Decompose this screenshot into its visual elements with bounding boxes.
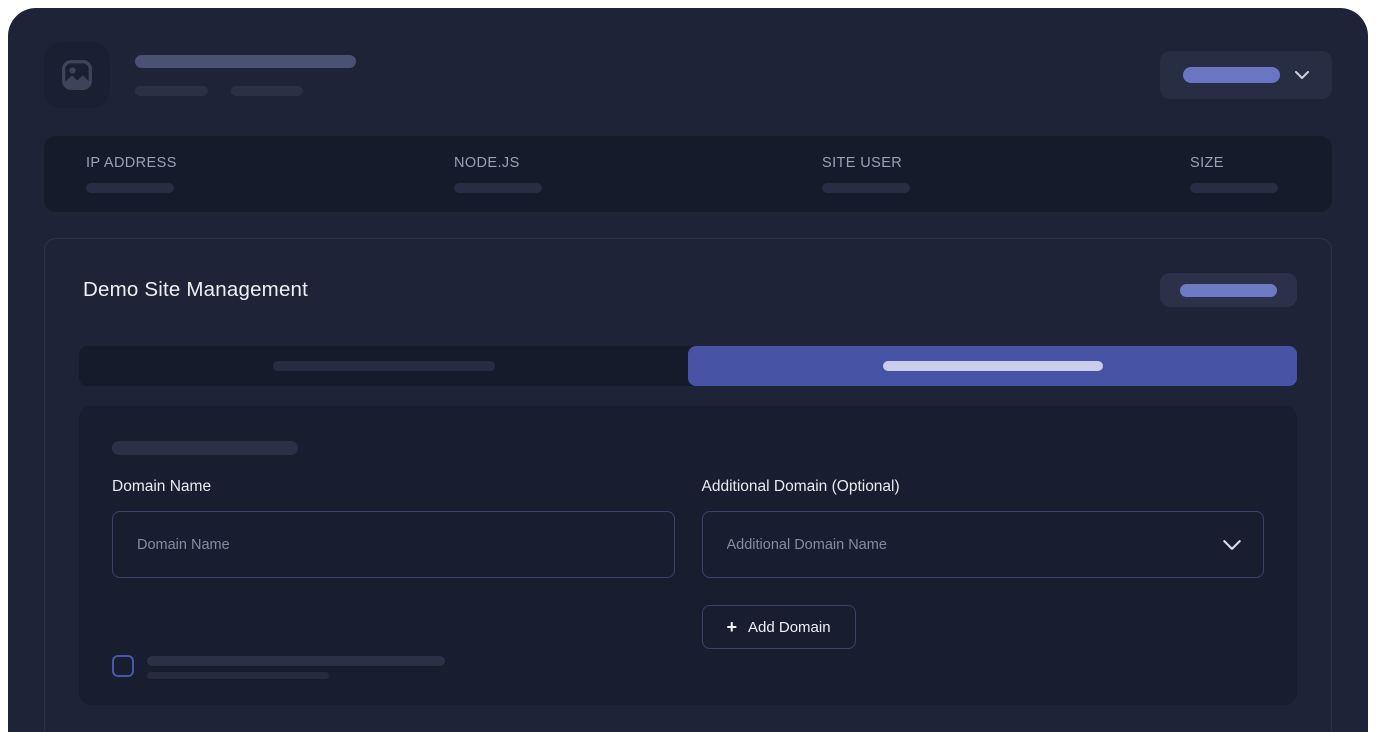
tab-active[interactable] bbox=[688, 346, 1297, 386]
additional-domain-label: Additional Domain (Optional) bbox=[702, 478, 1265, 496]
stat-value-skeleton bbox=[454, 183, 542, 193]
site-meta-skeleton-2 bbox=[231, 86, 303, 96]
domain-name-input[interactable] bbox=[113, 512, 674, 577]
stats-bar: IP ADDRESS NODE.JS SITE USER SIZE bbox=[44, 136, 1332, 212]
tab-label-skeleton bbox=[883, 361, 1103, 371]
tab-bar bbox=[79, 346, 1297, 386]
checkbox-row bbox=[112, 655, 675, 679]
page-title: Demo Site Management bbox=[83, 278, 308, 302]
form-grid: Domain Name Additional Domain (Optio bbox=[112, 478, 1264, 679]
stat-label: IP ADDRESS bbox=[86, 155, 454, 171]
site-management-card: Demo Site Management Domain Name bbox=[44, 238, 1332, 732]
site-title-skeleton bbox=[135, 55, 356, 68]
checkbox-label-skeleton-1 bbox=[147, 656, 445, 666]
additional-domain-input[interactable] bbox=[703, 512, 1264, 577]
chevron-down-icon bbox=[1295, 71, 1309, 79]
additional-domain-select-wrap bbox=[702, 511, 1265, 578]
domain-column: Domain Name bbox=[112, 478, 675, 679]
stat-ip-address: IP ADDRESS bbox=[86, 155, 454, 193]
additional-domain-column: Additional Domain (Optional) + Add Domai… bbox=[702, 478, 1265, 679]
tab-label-skeleton bbox=[273, 361, 495, 371]
domain-name-input-wrap bbox=[112, 511, 675, 578]
stat-label: SITE USER bbox=[822, 155, 1190, 171]
stat-value-skeleton bbox=[1190, 183, 1278, 193]
stat-size: SIZE bbox=[1190, 155, 1278, 193]
site-meta-skeleton-1 bbox=[135, 86, 208, 96]
card-action-skeleton bbox=[1180, 284, 1277, 297]
chevron-down-icon[interactable] bbox=[1223, 539, 1241, 550]
dropdown-value-skeleton bbox=[1183, 67, 1280, 83]
card-action-button[interactable] bbox=[1160, 273, 1297, 307]
domain-form-panel: Domain Name Additional Domain (Optio bbox=[79, 406, 1297, 705]
stat-label: NODE.JS bbox=[454, 155, 822, 171]
site-title-skeleton-group bbox=[135, 55, 356, 96]
stat-nodejs: NODE.JS bbox=[454, 155, 822, 193]
checkbox-label-skeleton-2 bbox=[147, 672, 329, 679]
card-header: Demo Site Management bbox=[79, 273, 1297, 307]
plus-icon: + bbox=[727, 618, 738, 636]
site-brand bbox=[44, 42, 356, 108]
header bbox=[8, 8, 1368, 108]
panel-heading-skeleton bbox=[112, 441, 298, 455]
stat-site-user: SITE USER bbox=[822, 155, 1190, 193]
domain-name-label: Domain Name bbox=[112, 478, 675, 496]
header-dropdown-button[interactable] bbox=[1160, 51, 1332, 99]
add-domain-button-label: Add Domain bbox=[748, 619, 831, 636]
stat-label: SIZE bbox=[1190, 155, 1278, 171]
stat-value-skeleton bbox=[86, 183, 174, 193]
app-container: IP ADDRESS NODE.JS SITE USER SIZE Demo S… bbox=[8, 8, 1368, 732]
tab-inactive[interactable] bbox=[79, 346, 688, 386]
image-icon bbox=[57, 55, 97, 95]
checkbox[interactable] bbox=[112, 655, 134, 677]
stat-value-skeleton bbox=[822, 183, 910, 193]
site-thumbnail bbox=[44, 42, 110, 108]
add-domain-button[interactable]: + Add Domain bbox=[702, 605, 856, 649]
checkbox-label-skeletons bbox=[147, 655, 445, 679]
